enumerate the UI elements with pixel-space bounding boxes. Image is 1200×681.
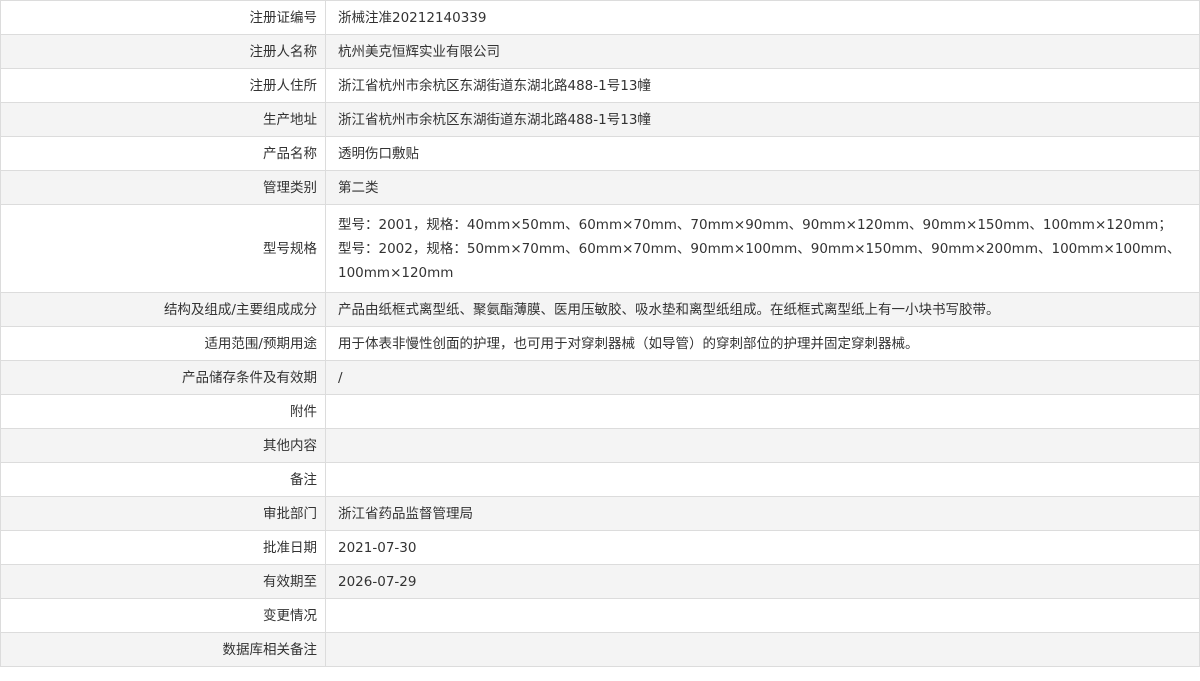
field-label: 其他内容 — [0, 428, 326, 463]
row-model-specification: 型号规格 型号：2001，规格：40mm×50mm、60mm×70mm、70mm… — [0, 204, 1200, 293]
field-value — [325, 462, 1200, 497]
row-product-name: 产品名称 透明伤口敷贴 — [0, 136, 1200, 171]
row-change-status: 变更情况 — [0, 598, 1200, 633]
row-approval-department: 审批部门 浙江省药品监督管理局 — [0, 496, 1200, 531]
row-management-category: 管理类别 第二类 — [0, 170, 1200, 205]
field-label: 注册人名称 — [0, 34, 326, 69]
field-label: 型号规格 — [0, 204, 326, 293]
field-label: 产品名称 — [0, 136, 326, 171]
row-storage-validity: 产品储存条件及有效期 / — [0, 360, 1200, 395]
field-value: / — [325, 360, 1200, 395]
row-approval-date: 批准日期 2021-07-30 — [0, 530, 1200, 565]
field-value — [325, 394, 1200, 429]
record-table-body: 注册证编号 浙械注准20212140339 注册人名称 杭州美克恒辉实业有限公司… — [0, 0, 1200, 667]
row-remarks: 备注 — [0, 462, 1200, 497]
field-value: 浙江省药品监督管理局 — [325, 496, 1200, 531]
field-label: 管理类别 — [0, 170, 326, 205]
field-value: 2026-07-29 — [325, 564, 1200, 599]
field-value — [325, 598, 1200, 633]
field-value: 杭州美克恒辉实业有限公司 — [325, 34, 1200, 69]
field-value: 浙械注准20212140339 — [325, 0, 1200, 35]
field-value — [325, 632, 1200, 667]
row-database-remarks: 数据库相关备注 — [0, 632, 1200, 667]
field-value: 2021-07-30 — [325, 530, 1200, 565]
field-label: 审批部门 — [0, 496, 326, 531]
field-label: 产品储存条件及有效期 — [0, 360, 326, 395]
field-value: 第二类 — [325, 170, 1200, 205]
field-value: 浙江省杭州市余杭区东湖街道东湖北路488-1号13幢 — [325, 102, 1200, 137]
field-label: 有效期至 — [0, 564, 326, 599]
field-value: 型号：2001，规格：40mm×50mm、60mm×70mm、70mm×90mm… — [325, 204, 1200, 293]
row-registration-number: 注册证编号 浙械注准20212140339 — [0, 0, 1200, 35]
field-label: 结构及组成/主要组成成分 — [0, 292, 326, 327]
row-attachment: 附件 — [0, 394, 1200, 429]
registration-record-table: 注册证编号 浙械注准20212140339 注册人名称 杭州美克恒辉实业有限公司… — [0, 0, 1200, 667]
field-label: 变更情况 — [0, 598, 326, 633]
field-label: 适用范围/预期用途 — [0, 326, 326, 361]
field-value: 透明伤口敷贴 — [325, 136, 1200, 171]
field-label: 批准日期 — [0, 530, 326, 565]
field-value: 浙江省杭州市余杭区东湖街道东湖北路488-1号13幢 — [325, 68, 1200, 103]
field-label: 注册人住所 — [0, 68, 326, 103]
field-value — [325, 428, 1200, 463]
row-other-content: 其他内容 — [0, 428, 1200, 463]
field-label: 附件 — [0, 394, 326, 429]
row-production-address: 生产地址 浙江省杭州市余杭区东湖街道东湖北路488-1号13幢 — [0, 102, 1200, 137]
row-valid-until: 有效期至 2026-07-29 — [0, 564, 1200, 599]
field-label: 备注 — [0, 462, 326, 497]
field-label: 数据库相关备注 — [0, 632, 326, 667]
field-label: 生产地址 — [0, 102, 326, 137]
field-value: 产品由纸框式离型纸、聚氨酯薄膜、医用压敏胶、吸水垫和离型纸组成。在纸框式离型纸上… — [325, 292, 1200, 327]
field-value: 用于体表非慢性创面的护理，也可用于对穿刺器械（如导管）的穿刺部位的护理并固定穿刺… — [325, 326, 1200, 361]
row-intended-use: 适用范围/预期用途 用于体表非慢性创面的护理，也可用于对穿刺器械（如导管）的穿刺… — [0, 326, 1200, 361]
field-label: 注册证编号 — [0, 0, 326, 35]
row-registrant-address: 注册人住所 浙江省杭州市余杭区东湖街道东湖北路488-1号13幢 — [0, 68, 1200, 103]
row-structure-composition: 结构及组成/主要组成成分 产品由纸框式离型纸、聚氨酯薄膜、医用压敏胶、吸水垫和离… — [0, 292, 1200, 327]
row-registrant-name: 注册人名称 杭州美克恒辉实业有限公司 — [0, 34, 1200, 69]
